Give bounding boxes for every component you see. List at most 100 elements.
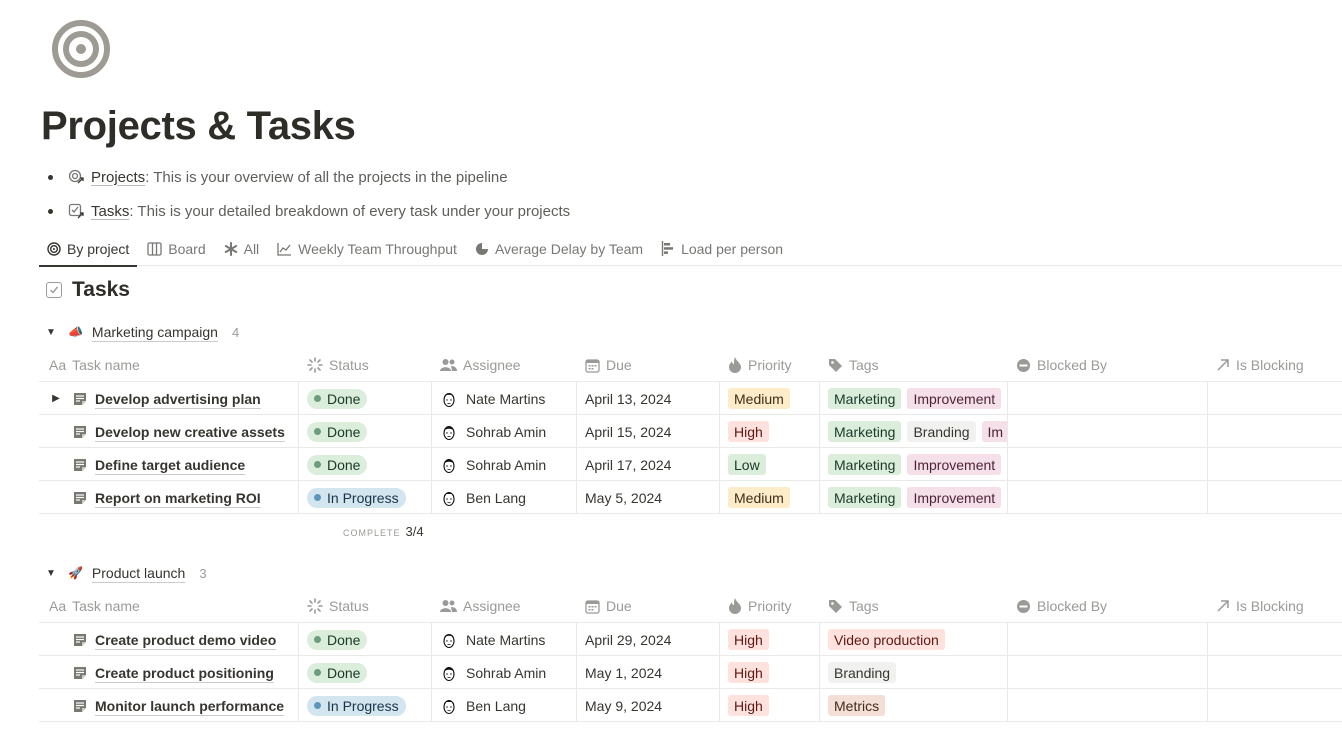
is-blocking-cell[interactable] xyxy=(1208,623,1342,656)
assignee-cell[interactable]: Nate Martins xyxy=(432,623,577,656)
status-cell[interactable]: In Progress xyxy=(299,481,432,514)
status-cell[interactable]: Done xyxy=(299,448,432,481)
status-cell[interactable]: Done xyxy=(299,415,432,448)
assignee-cell[interactable]: Sohrab Amin xyxy=(432,415,577,448)
column-header-blocked-by[interactable]: Blocked By xyxy=(1008,590,1208,623)
task-name[interactable]: Develop advertising plan xyxy=(95,391,261,407)
tags-cell[interactable]: Marketing Branding Im xyxy=(820,415,1008,448)
due-cell[interactable]: May 5, 2024 xyxy=(577,481,720,514)
column-header-status[interactable]: Status xyxy=(299,590,432,623)
task-name-cell[interactable]: Develop new creative assets xyxy=(39,415,299,448)
task-name-cell[interactable]: Define target audience xyxy=(39,448,299,481)
task-name[interactable]: Create product demo video xyxy=(95,632,276,648)
tab-board[interactable]: Board xyxy=(139,232,213,266)
task-name-cell[interactable]: Create product demo video xyxy=(39,623,299,656)
blocked-by-cell[interactable] xyxy=(1008,382,1208,415)
collapse-toggle-icon[interactable]: ▼ xyxy=(46,327,56,338)
due-cell[interactable]: April 13, 2024 xyxy=(577,382,720,415)
assignee-cell[interactable]: Ben Lang xyxy=(432,481,577,514)
due-cell[interactable]: April 15, 2024 xyxy=(577,415,720,448)
projects-link[interactable]: Projects xyxy=(91,169,145,186)
tasks-link[interactable]: Tasks xyxy=(91,203,129,220)
due-cell[interactable]: May 9, 2024 xyxy=(577,689,720,722)
assignee-cell[interactable]: Nate Martins xyxy=(432,382,577,415)
tags-cell[interactable]: Video production xyxy=(820,623,1008,656)
expand-toggle-icon[interactable]: ▶ xyxy=(49,393,63,404)
blocked-by-cell[interactable] xyxy=(1008,481,1208,514)
table-row[interactable]: Develop new creative assets Done Sohrab Am… xyxy=(39,415,1342,448)
tags-cell[interactable]: Branding xyxy=(820,656,1008,689)
priority-cell[interactable]: High xyxy=(720,689,820,722)
task-name-cell[interactable]: Monitor launch performance xyxy=(39,689,299,722)
column-header-priority[interactable]: Priority xyxy=(720,590,820,623)
column-header-is-blocking[interactable]: Is Blocking xyxy=(1208,349,1342,382)
group-header-marketing-campaign[interactable]: ▼ 📣 Marketing campaign 4 xyxy=(46,320,239,344)
column-header-status[interactable]: Status xyxy=(299,349,432,382)
column-header-due[interactable]: Due xyxy=(577,349,720,382)
tags-cell[interactable]: Marketing Improvement xyxy=(820,382,1008,415)
task-name[interactable]: Develop new creative assets xyxy=(95,424,285,440)
due-cell[interactable]: May 1, 2024 xyxy=(577,656,720,689)
task-name[interactable]: Create product positioning xyxy=(95,665,274,681)
table-row[interactable]: Monitor launch performance In Progress Ben… xyxy=(39,689,1342,722)
blocked-by-cell[interactable] xyxy=(1008,656,1208,689)
is-blocking-cell[interactable] xyxy=(1208,481,1342,514)
tab-all[interactable]: All xyxy=(216,232,268,266)
blocked-by-cell[interactable] xyxy=(1008,448,1208,481)
is-blocking-cell[interactable] xyxy=(1208,656,1342,689)
status-cell[interactable]: In Progress xyxy=(299,689,432,722)
assignee-cell[interactable]: Sohrab Amin xyxy=(432,448,577,481)
task-name[interactable]: Monitor launch performance xyxy=(95,698,284,714)
column-header-assignee[interactable]: Assignee xyxy=(432,590,577,623)
column-header-tags[interactable]: Tags xyxy=(820,590,1008,623)
tab-by-project[interactable]: By project xyxy=(39,232,138,267)
priority-cell[interactable]: High xyxy=(720,656,820,689)
priority-cell[interactable]: Low xyxy=(720,448,820,481)
due-cell[interactable]: April 29, 2024 xyxy=(577,623,720,656)
assignee-cell[interactable]: Ben Lang xyxy=(432,689,577,722)
group-name[interactable]: Marketing campaign xyxy=(92,324,218,340)
table-row[interactable]: Create product positioning Done Sohrab Ami… xyxy=(39,656,1342,689)
assignee-cell[interactable]: Sohrab Amin xyxy=(432,656,577,689)
task-name-cell[interactable]: Create product positioning xyxy=(39,656,299,689)
task-name-cell[interactable]: ▶ Develop advertising plan xyxy=(39,382,299,415)
tags-cell[interactable]: Metrics xyxy=(820,689,1008,722)
column-header-is-blocking[interactable]: Is Blocking xyxy=(1208,590,1342,623)
priority-cell[interactable]: Medium xyxy=(720,382,820,415)
priority-cell[interactable]: Medium xyxy=(720,481,820,514)
tags-cell[interactable]: Marketing Improvement xyxy=(820,481,1008,514)
is-blocking-cell[interactable] xyxy=(1208,415,1342,448)
status-cell[interactable]: Done xyxy=(299,623,432,656)
is-blocking-cell[interactable] xyxy=(1208,689,1342,722)
tab-weekly-throughput[interactable]: Weekly Team Throughput xyxy=(269,232,465,266)
blocked-by-cell[interactable] xyxy=(1008,623,1208,656)
blocked-by-cell[interactable] xyxy=(1008,689,1208,722)
table-row[interactable]: Create product demo video Done Nate Martin… xyxy=(39,623,1342,656)
tab-load-per-person[interactable]: Load per person xyxy=(653,232,791,266)
column-header-priority[interactable]: Priority xyxy=(720,349,820,382)
column-header-task-name[interactable]: Aa Task name xyxy=(39,590,299,623)
group-header-product-launch[interactable]: ▼ 🚀 Product launch 3 xyxy=(46,561,207,585)
task-name[interactable]: Define target audience xyxy=(95,457,245,473)
status-cell[interactable]: Done xyxy=(299,382,432,415)
priority-cell[interactable]: High xyxy=(720,623,820,656)
tags-cell[interactable]: Marketing Improvement xyxy=(820,448,1008,481)
task-name[interactable]: Report on marketing ROI xyxy=(95,490,261,506)
table-row[interactable]: Report on marketing ROI In Progress Ben La… xyxy=(39,481,1342,514)
table-row[interactable]: Define target audience Done Sohrab Amin Apr… xyxy=(39,448,1342,481)
table-row[interactable]: ▶ Develop advertising plan Done Nate Martin… xyxy=(39,382,1342,415)
collapse-toggle-icon[interactable]: ▼ xyxy=(46,568,56,579)
column-header-tags[interactable]: Tags xyxy=(820,349,1008,382)
target-icon[interactable] xyxy=(50,18,112,80)
is-blocking-cell[interactable] xyxy=(1208,382,1342,415)
column-header-due[interactable]: Due xyxy=(577,590,720,623)
column-header-assignee[interactable]: Assignee xyxy=(432,349,577,382)
is-blocking-cell[interactable] xyxy=(1208,448,1342,481)
task-name-cell[interactable]: Report on marketing ROI xyxy=(39,481,299,514)
blocked-by-cell[interactable] xyxy=(1008,415,1208,448)
status-cell[interactable]: Done xyxy=(299,656,432,689)
priority-cell[interactable]: High xyxy=(720,415,820,448)
column-header-task-name[interactable]: Aa Task name xyxy=(39,349,299,382)
column-header-blocked-by[interactable]: Blocked By xyxy=(1008,349,1208,382)
group-name[interactable]: Product launch xyxy=(92,565,185,581)
